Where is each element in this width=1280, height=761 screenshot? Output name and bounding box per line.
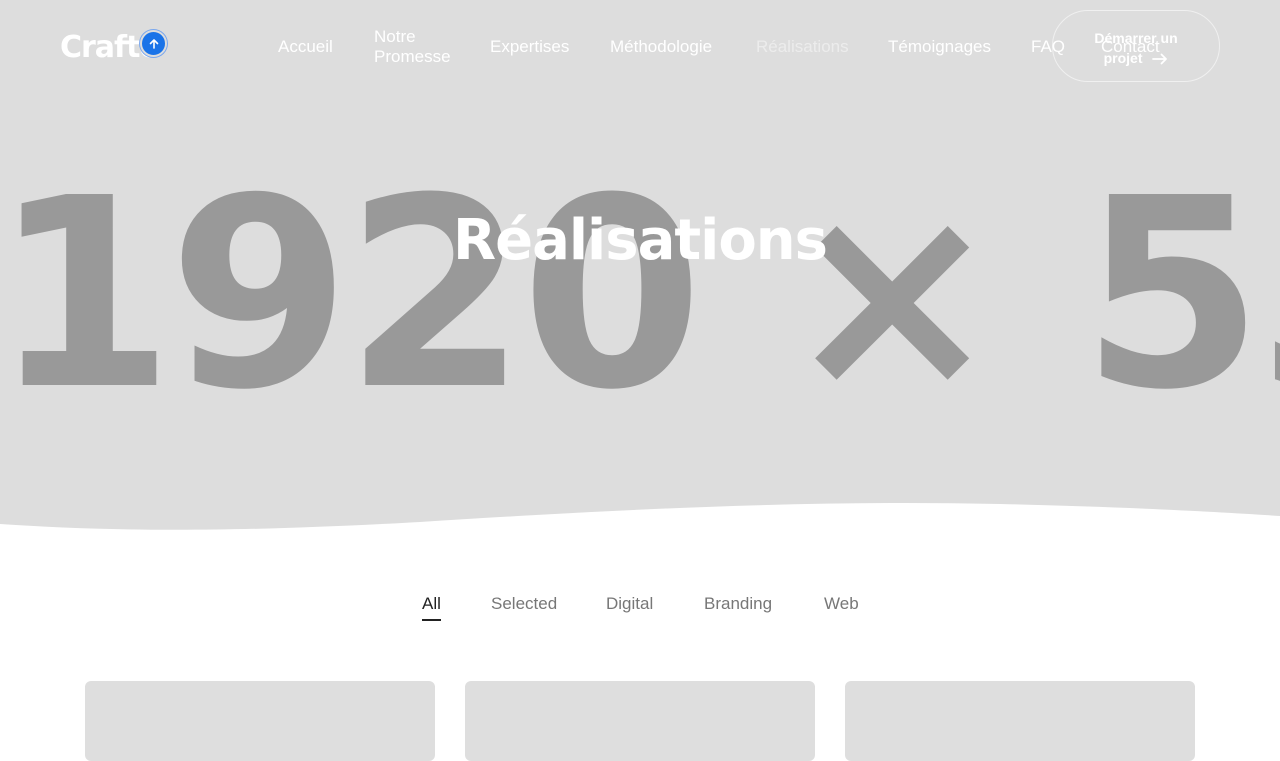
scroll-to-top-button[interactable] xyxy=(140,30,167,57)
portfolio-card[interactable] xyxy=(85,681,435,761)
page-title: Réalisations xyxy=(452,208,828,273)
arrow-up-icon xyxy=(149,38,158,49)
filter-tab-web[interactable]: Web xyxy=(824,594,859,619)
nav-expertises[interactable]: Expertises xyxy=(490,37,569,57)
filter-tab-all[interactable]: All xyxy=(422,594,441,621)
filter-tab-selected[interactable]: Selected xyxy=(491,594,557,619)
portfolio-card[interactable] xyxy=(845,681,1195,761)
site-header: Crafto Accueil Notre Promesse Expertises… xyxy=(0,0,1280,92)
nav-methodologie[interactable]: Méthodologie xyxy=(610,37,712,57)
filter-tab-digital[interactable]: Digital xyxy=(606,594,653,619)
nav-contact[interactable]: Contact xyxy=(1101,37,1160,57)
nav-accueil[interactable]: Accueil xyxy=(278,37,333,57)
nav-realisations[interactable]: Réalisations xyxy=(756,37,849,57)
hero-wave-divider xyxy=(0,502,1280,550)
portfolio-filter-tabs: All Selected Digital Branding Web xyxy=(0,594,1280,624)
hero-placeholder-dimensions: 1920 × 530 xyxy=(0,142,1280,447)
nav-notre-promesse[interactable]: Notre Promesse xyxy=(374,27,464,67)
portfolio-card[interactable] xyxy=(465,681,815,761)
nav-temoignages[interactable]: Témoignages xyxy=(888,37,991,57)
filter-tab-branding[interactable]: Branding xyxy=(704,594,772,619)
